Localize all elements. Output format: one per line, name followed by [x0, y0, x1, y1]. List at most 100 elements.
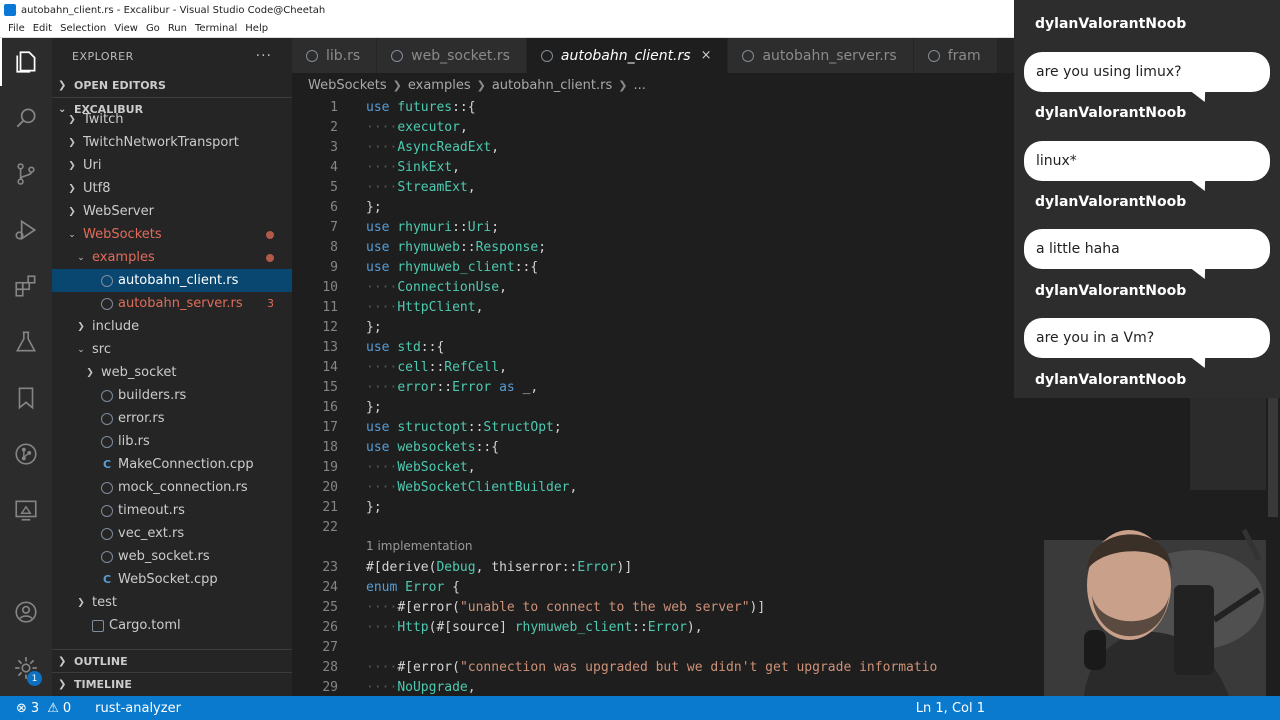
- problem-dot-icon: [266, 253, 274, 262]
- tree-item[interactable]: ❯ Twitch: [52, 108, 292, 131]
- chevron-right-icon: ❯: [58, 655, 67, 667]
- code-token: enum: [366, 579, 398, 595]
- problems-indicator[interactable]: ⊗ 3 ⚠ 0: [0, 701, 79, 716]
- bookmarks-activity[interactable]: [0, 374, 52, 422]
- extensions-activity[interactable]: [0, 262, 52, 310]
- run-debug-activity[interactable]: [0, 206, 52, 254]
- code-token: StreamExt: [397, 179, 468, 195]
- indent-guide: ····: [366, 459, 398, 475]
- rust-file-icon: [101, 504, 113, 517]
- tree-item[interactable]: C WebSocket.cpp: [52, 568, 292, 591]
- breadcrumb-item[interactable]: autobahn_client.rs: [492, 78, 612, 93]
- tree-item[interactable]: ❯ WebServer: [52, 200, 292, 223]
- outline-section[interactable]: ❯ OUTLINE: [52, 649, 292, 672]
- source-control-activity[interactable]: [0, 150, 52, 198]
- menu-file[interactable]: File: [4, 23, 29, 34]
- tree-item-label: lib.rs: [118, 434, 150, 449]
- tree-item[interactable]: ⌄ WebSockets: [52, 223, 292, 246]
- code-token: HttpClient: [397, 299, 476, 315]
- indent-guide: ····: [366, 359, 398, 375]
- git-graph-activity[interactable]: [0, 430, 52, 478]
- remote-explorer-activity[interactable]: [0, 486, 52, 534]
- menu-edit[interactable]: Edit: [29, 23, 56, 34]
- source-control-icon: [17, 163, 35, 185]
- breadcrumb-item[interactable]: ...: [633, 78, 645, 93]
- tab-autobahn-client-rs[interactable]: autobahn_client.rs ×: [526, 38, 729, 73]
- menu-help[interactable]: Help: [241, 23, 272, 34]
- code-text: ····WebSocket,: [366, 460, 476, 475]
- outline-label: OUTLINE: [74, 654, 128, 668]
- indent-guide: ····: [366, 159, 398, 175]
- tree-item[interactable]: ⌄ src: [52, 338, 292, 361]
- code-line: 17 use structopt::StructOpt;: [292, 417, 1190, 437]
- remote-explorer-icon: [15, 500, 37, 521]
- tree-item[interactable]: ⌄ examples: [52, 246, 292, 269]
- tree-item[interactable]: vec_ext.rs: [52, 522, 292, 545]
- code-lens[interactable]: 1 implementation: [366, 539, 473, 553]
- menu-terminal[interactable]: Terminal: [191, 23, 241, 34]
- chat-username: dylanValorantNoob: [1035, 283, 1187, 299]
- cursor-position-label: Ln 1, Col 1: [915, 700, 985, 716]
- code-token: _,: [522, 379, 539, 395]
- tab-lib-rs[interactable]: lib.rs: [292, 38, 378, 73]
- tree-item[interactable]: autobahn_server.rs 3: [52, 292, 292, 315]
- code-text: enum Error {: [366, 580, 460, 595]
- code-token: ,: [475, 559, 492, 575]
- line-number: 1: [330, 99, 338, 115]
- tree-item[interactable]: ❯ include: [52, 315, 292, 338]
- tree-item[interactable]: ❯ TwitchNetworkTransport: [52, 131, 292, 154]
- code-token: ::: [467, 419, 484, 435]
- tree-item[interactable]: C MakeConnection.cpp: [52, 453, 292, 476]
- tree-item[interactable]: mock_connection.rs: [52, 476, 292, 499]
- more-actions-icon[interactable]: ···: [256, 48, 272, 64]
- testing-activity[interactable]: [0, 318, 52, 366]
- chevron-right-icon: ❯: [68, 114, 76, 125]
- tree-item[interactable]: ❯ web_socket: [52, 361, 292, 384]
- line-number: 3: [330, 139, 338, 155]
- tab-autobahn-server-rs[interactable]: autobahn_server.rs: [728, 38, 914, 73]
- tree-item[interactable]: error.rs: [52, 407, 292, 430]
- tree-item[interactable]: timeout.rs: [52, 499, 292, 522]
- tree-item[interactable]: web_socket.rs: [52, 545, 292, 568]
- code-text: };: [366, 200, 382, 215]
- tree-item-label: autobahn_server.rs: [118, 296, 243, 311]
- tree-item[interactable]: lib.rs: [52, 430, 292, 453]
- menu-go[interactable]: Go: [142, 23, 164, 34]
- menu-run[interactable]: Run: [164, 23, 191, 34]
- rust-analyzer-status[interactable]: rust-analyzer: [79, 701, 189, 716]
- tree-item[interactable]: Cargo.toml: [52, 614, 292, 637]
- close-tab-icon[interactable]: ×: [701, 48, 712, 63]
- line-number: 23: [322, 559, 338, 575]
- code-token: };: [366, 199, 382, 215]
- rust-file-icon: [927, 50, 940, 62]
- code-token: ::: [452, 219, 468, 235]
- manage-activity[interactable]: 1: [0, 644, 52, 692]
- tree-item[interactable]: autobahn_client.rs: [52, 269, 292, 292]
- cursor-position[interactable]: Ln 1, Col 1: [908, 701, 993, 716]
- code-token: ,: [467, 679, 476, 695]
- search-activity[interactable]: [0, 94, 52, 142]
- tree-item[interactable]: ❯ Uri: [52, 154, 292, 177]
- rust-file-icon: [101, 550, 113, 563]
- timeline-section[interactable]: ❯ TIMELINE: [52, 672, 292, 695]
- code-token: ::{: [420, 339, 445, 355]
- search-icon: [16, 108, 36, 128]
- breadcrumb-item[interactable]: WebSockets: [308, 78, 387, 93]
- tree-item[interactable]: ❯ test: [52, 591, 292, 614]
- explorer-activity[interactable]: [0, 38, 52, 86]
- tree-item[interactable]: ❯ Utf8: [52, 177, 292, 200]
- code-token: rhymuweb_client: [514, 619, 633, 635]
- accounts-activity[interactable]: [0, 588, 52, 636]
- chat-username: dylanValorantNoob: [1035, 372, 1187, 388]
- stream-chat-overlay: dylanValorantNoob are you using limux? d…: [1014, 0, 1280, 398]
- breadcrumb-item[interactable]: examples: [408, 78, 471, 93]
- menu-view[interactable]: View: [110, 23, 142, 34]
- menu-selection[interactable]: Selection: [56, 23, 110, 34]
- code-text: use futures::{: [366, 100, 476, 115]
- tab-web-socket-rs[interactable]: web_socket.rs: [377, 38, 527, 73]
- tab-fram[interactable]: fram: [913, 38, 998, 73]
- line-number: 4: [330, 159, 338, 175]
- open-editors-section[interactable]: ❯ OPEN EDITORS: [52, 74, 292, 97]
- tree-item[interactable]: builders.rs: [52, 384, 292, 407]
- code-text: use structopt::StructOpt;: [366, 420, 562, 435]
